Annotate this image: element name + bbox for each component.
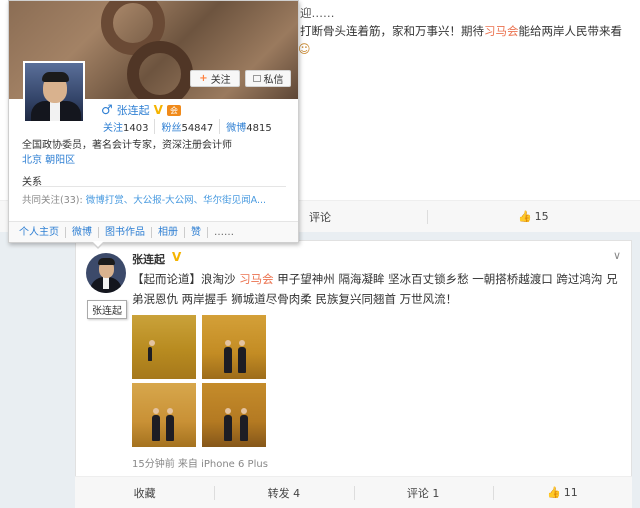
like-button[interactable]: 👍 11 bbox=[492, 477, 632, 508]
hashtag-link[interactable]: 习马会 bbox=[484, 24, 519, 38]
profile-location[interactable]: 北京 朝阳区 bbox=[22, 153, 232, 168]
divider bbox=[22, 186, 286, 187]
nav-books[interactable]: 图书作品 bbox=[98, 226, 151, 238]
profile-name[interactable]: 张连起 bbox=[117, 102, 150, 118]
nav-home[interactable]: 个人主页 bbox=[9, 227, 65, 238]
author-name[interactable]: 张连起 bbox=[132, 251, 165, 267]
nav-weibo[interactable]: 微博 bbox=[65, 226, 98, 238]
common-follows-list[interactable]: 微博打赏、大公报-大公网、华尔街见闻A... bbox=[86, 195, 266, 206]
feed-card: 张连起 V ∨ 【起而论道】浪淘沙 习马会 甲子望神州 隔海凝眸 坚冰百丈锁乡愁… bbox=[75, 240, 632, 508]
post-text-line1: 迎…… bbox=[300, 6, 335, 20]
popup-pointer bbox=[92, 241, 104, 247]
profile-hover-card: + 关注 私信 ♂ 张连起 V 会 关注1403 粉丝54847 微博4815 全… bbox=[8, 0, 299, 243]
photo-thumbnail[interactable] bbox=[132, 315, 196, 379]
nav-more[interactable]: …… bbox=[207, 226, 240, 238]
thumb-up-icon: 👍 bbox=[547, 486, 561, 499]
comment-button[interactable]: 评论 1 bbox=[353, 477, 493, 508]
post-meta: 15分钟前 来自 iPhone 6 Plus bbox=[132, 459, 268, 470]
post-text: 【起而论道】浪淘沙 习马会 甲子望神州 隔海凝眸 坚冰百丈锁乡愁 一朝搭桥越渡口… bbox=[132, 272, 618, 306]
nav-album[interactable]: 相册 bbox=[151, 226, 184, 238]
hashtag-link[interactable]: 习马会 bbox=[239, 272, 274, 286]
emoji-icon: ☺ bbox=[298, 42, 311, 56]
avatar[interactable] bbox=[23, 61, 85, 123]
message-button[interactable]: 私信 bbox=[245, 70, 291, 87]
photo-grid bbox=[132, 315, 272, 447]
verified-icon: V bbox=[172, 250, 182, 264]
profile-bio: 全国政协委员，著名会计专家，资深注册会计师 北京 朝阳区 bbox=[22, 140, 232, 168]
follow-button[interactable]: + 关注 bbox=[190, 70, 240, 87]
like-button[interactable]: 👍 15 bbox=[426, 201, 640, 232]
male-icon: ♂ bbox=[101, 102, 113, 118]
photo-thumbnail[interactable] bbox=[202, 383, 266, 447]
photo-thumbnail[interactable] bbox=[132, 383, 196, 447]
thumb-up-icon: 👍 bbox=[517, 210, 532, 223]
post-text-line2b: 能给两岸人民带来看 bbox=[518, 24, 623, 38]
profile-name-row: ♂ 张连起 V 会 bbox=[101, 102, 181, 118]
level-badge-icon: 会 bbox=[166, 104, 181, 116]
forward-button[interactable]: 转发 4 bbox=[214, 477, 353, 508]
post-text: 迎…… 打断骨头连着筋，家和万事兴！期待习马会能给两岸人民带来看 bbox=[300, 2, 635, 42]
stat-following[interactable]: 关注1403 bbox=[97, 119, 154, 134]
nav-likes[interactable]: 赞 bbox=[184, 226, 207, 238]
collect-button[interactable]: 收藏 bbox=[75, 477, 214, 508]
profile-footer-nav: 个人主页 微博 图书作品 相册 赞 …… bbox=[9, 221, 298, 242]
action-bar: 收藏 转发 4 评论 1 👍 11 bbox=[75, 476, 632, 508]
photo-thumbnail[interactable] bbox=[202, 315, 266, 379]
verified-icon: V bbox=[153, 103, 163, 117]
stat-followers[interactable]: 粉丝54847 bbox=[154, 119, 219, 134]
chevron-down-icon[interactable]: ∨ bbox=[613, 249, 621, 262]
common-follows: 共同关注(33): 微博打赏、大公报-大公网、华尔街见闻A... bbox=[22, 195, 267, 206]
profile-stats: 关注1403 粉丝54847 微博4815 bbox=[97, 119, 278, 134]
stat-posts[interactable]: 微博4815 bbox=[219, 119, 277, 134]
name-tooltip: 张连起 bbox=[87, 300, 127, 319]
avatar[interactable] bbox=[86, 253, 126, 293]
message-icon bbox=[252, 75, 261, 82]
post-text-line2a: 打断骨头连着筋，家和万事兴！期待 bbox=[300, 24, 484, 38]
plus-icon: + bbox=[199, 73, 208, 84]
